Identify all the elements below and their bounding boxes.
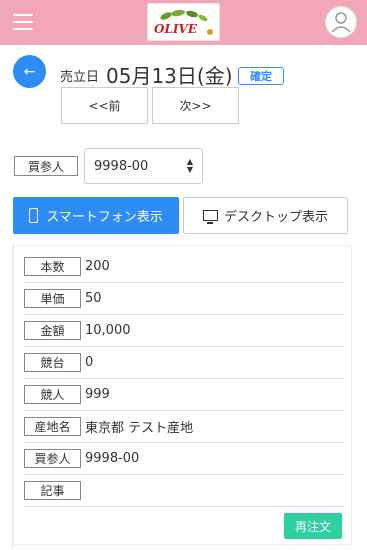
desktop-view-button[interactable]: デスクトップ表示 bbox=[183, 197, 348, 234]
detail-label: 単価 bbox=[24, 289, 81, 308]
arrow-left-icon: ← bbox=[23, 63, 36, 80]
smartphone-view-label: スマートフォン表示 bbox=[46, 210, 163, 225]
user-avatar-icon[interactable] bbox=[325, 6, 357, 38]
sale-date: 05月13日(金) bbox=[106, 64, 233, 88]
buyer-label: 買参人 bbox=[14, 156, 78, 176]
detail-label: 買参人 bbox=[24, 449, 81, 468]
buyer-selected-value: 9998-00 bbox=[94, 158, 149, 174]
logo-text: OLIVE bbox=[154, 22, 197, 36]
detail-label: 競人 bbox=[24, 385, 81, 404]
back-button[interactable]: ← bbox=[13, 55, 46, 88]
smartphone-icon bbox=[29, 208, 39, 223]
select-arrows-icon: ▲ ▼ bbox=[186, 157, 193, 174]
detail-row: 単価 50 bbox=[24, 283, 344, 315]
order-detail-card: 本数 200 単価 50 金額 10,000 競台 0 競人 999 産地名 東… bbox=[13, 245, 352, 545]
prev-day-button[interactable]: <<前 bbox=[61, 87, 148, 124]
detail-label: 金額 bbox=[24, 321, 81, 340]
buyer-select[interactable]: 9998-00 ▲ ▼ bbox=[84, 148, 203, 184]
detail-row: 記事 bbox=[24, 475, 344, 507]
detail-label: 競台 bbox=[24, 353, 81, 372]
detail-value: 999 bbox=[85, 387, 110, 402]
smartphone-view-button[interactable]: スマートフォン表示 bbox=[13, 197, 179, 234]
detail-value: 9998-00 bbox=[85, 451, 140, 466]
detail-label: 記事 bbox=[24, 481, 81, 500]
detail-value: 200 bbox=[85, 259, 110, 274]
detail-value: 東京都 テスト産地 bbox=[85, 421, 194, 436]
detail-row: 競人 999 bbox=[24, 379, 344, 411]
next-day-button[interactable]: 次>> bbox=[152, 87, 239, 124]
detail-value: 0 bbox=[85, 355, 94, 370]
detail-row: 金額 10,000 bbox=[24, 315, 344, 347]
detail-label: 本数 bbox=[24, 257, 81, 276]
side-divider bbox=[0, 245, 13, 550]
detail-row: 本数 200 bbox=[24, 251, 344, 283]
desktop-view-label: デスクトップ表示 bbox=[223, 210, 328, 225]
status-badge: 確定 bbox=[238, 67, 284, 85]
detail-label: 産地名 bbox=[24, 417, 81, 436]
desktop-icon bbox=[202, 210, 218, 224]
detail-value: 10,000 bbox=[85, 323, 131, 338]
menu-icon[interactable] bbox=[13, 14, 33, 30]
olive-logo[interactable]: OLIVE bbox=[147, 3, 220, 41]
app-header: OLIVE bbox=[0, 0, 367, 45]
reorder-button[interactable]: 再注文 bbox=[284, 513, 342, 539]
detail-value: 50 bbox=[85, 291, 102, 306]
sale-date-label: 売立日 bbox=[60, 70, 100, 85]
detail-row: 買参人 9998-00 bbox=[24, 443, 344, 475]
detail-row: 産地名 東京都 テスト産地 bbox=[24, 411, 344, 443]
detail-row: 競台 0 bbox=[24, 347, 344, 379]
